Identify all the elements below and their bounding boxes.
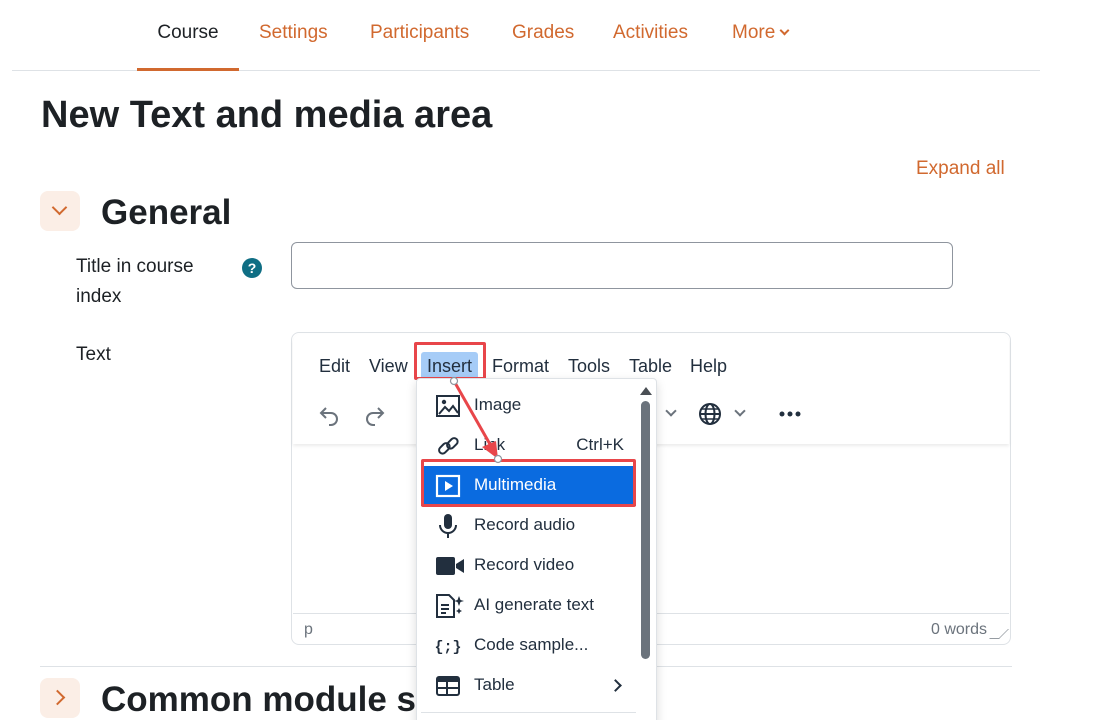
- tab-more-label: More: [732, 22, 776, 43]
- svg-text:{;}: {;}: [435, 639, 461, 656]
- menu-format[interactable]: Format: [486, 352, 555, 380]
- menu-item-label: Record audio: [474, 515, 576, 534]
- undo-icon[interactable]: [317, 402, 341, 431]
- menu-item-image[interactable]: Image: [421, 386, 636, 426]
- chevron-right-icon: [49, 689, 66, 706]
- title-in-course-index-input[interactable]: [291, 242, 953, 289]
- chevron-down-icon: [51, 199, 68, 216]
- chevron-down-icon[interactable]: [734, 405, 746, 417]
- chevron-down-icon[interactable]: [665, 405, 677, 417]
- tab-grades[interactable]: Grades: [512, 0, 574, 71]
- menu-separator: [421, 712, 636, 713]
- common-module-collapse-toggle[interactable]: [40, 678, 80, 718]
- menu-item-label: Record video: [474, 555, 575, 574]
- redo-icon[interactable]: [363, 402, 387, 431]
- keyboard-shortcut: Ctrl+K: [576, 435, 624, 454]
- secondary-navigation: Course Settings Participants Grades Acti…: [12, 0, 1040, 71]
- resize-handle-icon[interactable]: [989, 629, 1009, 639]
- page-title: New Text and media area: [41, 94, 493, 136]
- menu-item-ai-generate-text[interactable]: AI generate text: [421, 586, 636, 626]
- chevron-down-icon: [779, 25, 790, 36]
- chevron-right-icon: [609, 679, 622, 692]
- element-path[interactable]: p: [304, 621, 313, 639]
- expand-all-link[interactable]: Expand all: [916, 158, 1005, 180]
- section-title-general: General: [101, 193, 232, 232]
- title-in-course-index-label: Title in course index: [76, 256, 194, 307]
- language-globe-icon[interactable]: [698, 402, 722, 431]
- menu-item-label: AI generate text: [474, 595, 595, 614]
- section-title-common-module: Common module se: [101, 680, 436, 719]
- menu-item-label: Link: [474, 435, 506, 454]
- tab-participants[interactable]: Participants: [370, 0, 469, 71]
- menu-item-code-sample[interactable]: {;} Code sample...: [421, 626, 636, 666]
- video-camera-icon: [435, 554, 464, 578]
- insert-menu-dropdown: Image Link Ctrl+K Multimedia Record audi…: [416, 378, 657, 720]
- code-sample-icon: {;}: [434, 634, 461, 658]
- scroll-up-arrow-icon[interactable]: [640, 387, 652, 395]
- tab-settings[interactable]: Settings: [259, 0, 328, 71]
- word-count[interactable]: 0 words: [931, 621, 987, 639]
- menu-item-label: Code sample...: [474, 635, 589, 654]
- table-icon: [435, 674, 461, 698]
- text-label: Text: [76, 344, 111, 365]
- more-options-icon[interactable]: [778, 402, 802, 431]
- link-icon: [435, 434, 461, 458]
- tab-course[interactable]: Course: [137, 0, 239, 71]
- menu-help[interactable]: Help: [684, 352, 733, 380]
- menu-view[interactable]: View: [363, 352, 414, 380]
- menu-item-label: Image: [474, 395, 522, 414]
- general-collapse-toggle[interactable]: [40, 191, 80, 231]
- multimedia-highlight-outline: [421, 459, 636, 507]
- menu-item-label: Table: [474, 675, 515, 694]
- image-icon: [435, 394, 461, 418]
- insert-highlight-outline: [414, 342, 486, 380]
- help-icon[interactable]: ?: [242, 258, 262, 278]
- menu-edit[interactable]: Edit: [313, 352, 356, 380]
- menu-item-record-video[interactable]: Record video: [421, 546, 636, 586]
- microphone-icon: [435, 514, 461, 538]
- menu-item-record-audio[interactable]: Record audio: [421, 506, 636, 546]
- tab-more[interactable]: More: [732, 0, 790, 71]
- menu-table[interactable]: Table: [623, 352, 678, 380]
- menu-item-table[interactable]: Table: [421, 666, 636, 706]
- ai-text-icon: [435, 594, 464, 618]
- tab-activities[interactable]: Activities: [613, 0, 688, 71]
- menu-tools[interactable]: Tools: [562, 352, 616, 380]
- menu-scrollbar[interactable]: [641, 401, 650, 659]
